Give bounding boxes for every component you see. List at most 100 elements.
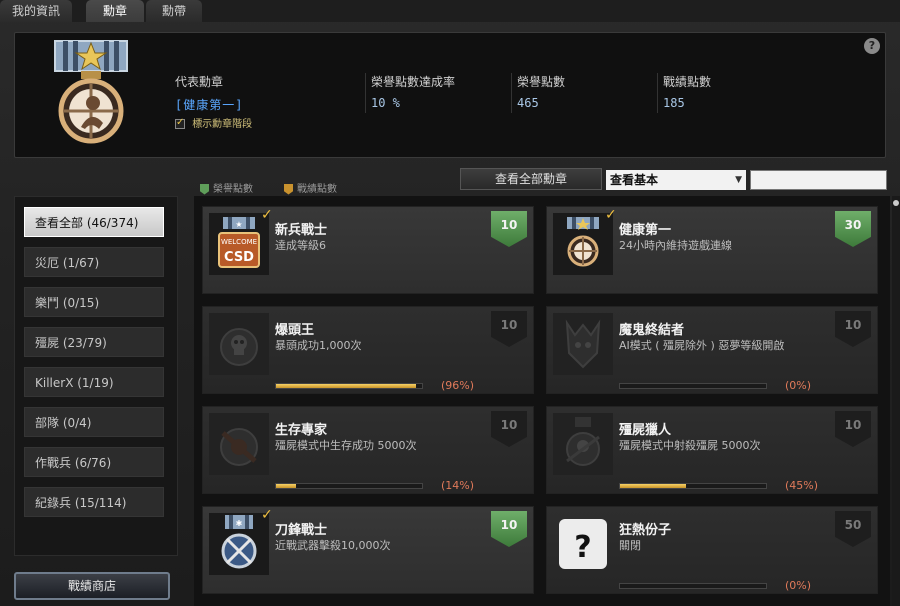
merit-points-marker-icon (284, 183, 293, 195)
medal-description: 24小時內維持遊戲連線 (619, 239, 732, 252)
progress-bar (619, 383, 767, 389)
medal-card[interactable]: 爆頭王 暴頭成功1,000次 10 (96%) (202, 306, 534, 394)
medal-title: 爆頭王 (275, 323, 315, 338)
skull-medal-icon (209, 313, 269, 375)
category-all[interactable]: 查看全部 (46/374) (24, 207, 164, 237)
medal-grid-scrollbar[interactable] (892, 196, 900, 606)
scrollbar-thumb[interactable] (893, 200, 899, 206)
honor-rate-stat: 榮譽點數達成率 10 % (371, 73, 455, 110)
earned-check-icon: ✓ (261, 507, 273, 523)
category-squad[interactable]: 部隊 (0/4) (24, 407, 164, 437)
question-mark-icon: ? (559, 519, 607, 569)
representative-medal-value[interactable]: [健康第一] (175, 96, 243, 113)
points-badge: 30 (835, 211, 871, 247)
points-badge: 50 (835, 511, 871, 547)
honor-points-marker-icon (200, 183, 209, 195)
earned-check-icon: ✓ (261, 207, 273, 223)
progress-percent: (0%) (785, 579, 812, 592)
survival-medal-icon (209, 413, 269, 475)
svg-text:✱: ✱ (236, 519, 243, 528)
medal-card[interactable]: ✱ ✓ 刀鋒戰士 近戰武器擊殺10,000次 10 (202, 506, 534, 594)
demon-medal-icon (553, 313, 613, 375)
honor-points-value: 465 (517, 96, 539, 110)
progress-percent: (0%) (785, 379, 812, 392)
category-disaster[interactable]: 災厄 (1/67) (24, 247, 164, 277)
medal-card[interactable]: ★ WELCOME CSD ✓ 新兵戰士 達成等級6 10 (202, 206, 534, 294)
progress-bar (619, 483, 767, 489)
show-grade-checkbox-row[interactable]: 標示勳章階段 (175, 115, 252, 130)
divider (365, 73, 366, 113)
honor-points-stat: 榮譽點數 465 (517, 73, 565, 110)
medal-description: 關閉 (619, 539, 641, 552)
representative-medal-label: 代表勳章 (175, 75, 224, 89)
merit-points-stat: 戰績點數 185 (663, 73, 711, 110)
progress-fill (276, 484, 297, 488)
divider (511, 73, 512, 113)
category-killerx[interactable]: KillerX (1/19) (24, 367, 164, 397)
representative-medal-icon (54, 40, 128, 144)
tab-ribbons[interactable]: 勳帶 (146, 0, 202, 22)
points-badge: 10 (835, 311, 871, 347)
medal-title: 殭屍獵人 (619, 423, 672, 438)
medal-description: 暴頭成功1,000次 (275, 339, 362, 352)
medal-card[interactable]: 殭屍獵人 殭屍模式中射殺殭屍 5000次 10 (45%) (546, 406, 878, 494)
medal-title: 健康第一 (619, 223, 672, 238)
progress-fill (276, 384, 417, 388)
progress-bar (619, 583, 767, 589)
question-text: ? (574, 530, 591, 565)
medal-description: 近戰武器擊殺10,000次 (275, 539, 391, 552)
progress-percent: (96%) (441, 379, 475, 392)
medal-card[interactable]: 魔鬼終結者 AI模式 ( 殭屍除外 ) 惡夢等級開啟 10 (0%) (546, 306, 878, 394)
divider (657, 73, 658, 113)
progress-percent: (14%) (441, 479, 475, 492)
view-mode-value: 查看基本 (610, 173, 659, 187)
tab-my-info[interactable]: 我的資訊 (0, 0, 72, 22)
legend-merit-points: 戰績點數 (284, 180, 337, 195)
welcome-csd-medal-icon: ★ WELCOME CSD (209, 213, 269, 275)
category-combat-soldier[interactable]: 作戰兵 (6/76) (24, 447, 164, 477)
category-record-soldier[interactable]: 紀錄兵 (15/114) (24, 487, 164, 517)
search-input[interactable] (750, 170, 887, 190)
medal-description: AI模式 ( 殭屍除外 ) 惡夢等級開啟 (619, 339, 785, 352)
progress-bar (275, 383, 423, 389)
category-fight[interactable]: 樂鬥 (0/15) (24, 287, 164, 317)
earned-check-icon: ✓ (605, 207, 617, 223)
medal-title: 生存專家 (275, 423, 328, 438)
legend-honor-points: 榮譽點數 (200, 180, 253, 195)
zombie-hunter-medal-icon (553, 413, 613, 475)
merit-points-label: 戰績點數 (663, 75, 712, 89)
chevron-down-icon: ▼ (735, 175, 742, 185)
help-icon[interactable]: ? (864, 38, 880, 54)
blade-warrior-medal-icon: ✱ (209, 513, 269, 575)
progress-fill (620, 484, 686, 488)
legend-honor-label: 榮譽點數 (213, 184, 253, 195)
medal-title: 新兵戰士 (275, 223, 328, 238)
merit-shop-button[interactable]: 戰績商店 (14, 572, 170, 600)
medal-description: 殭屍模式中射殺殭屍 5000次 (619, 439, 761, 452)
legend-merit-label: 戰績點數 (297, 184, 337, 195)
category-zombie[interactable]: 殭屍 (23/79) (24, 327, 164, 357)
points-badge: 10 (491, 411, 527, 447)
points-badge: 10 (491, 211, 527, 247)
representative-medal-stat: 代表勳章 [健康第一] (175, 73, 243, 113)
medal-card[interactable]: 生存專家 殭屍模式中生存成功 5000次 10 (14%) (202, 406, 534, 494)
medal-title: 刀鋒戰士 (275, 523, 328, 538)
progress-bar (275, 483, 423, 489)
tab-medals[interactable]: 勳章 (86, 0, 144, 22)
medal-description: 達成等級6 (275, 239, 326, 252)
view-mode-select[interactable]: 查看基本 ▼ (606, 170, 746, 190)
welcome-text: WELCOME (221, 238, 257, 246)
medal-title: 魔鬼終結者 (619, 323, 685, 338)
tab-bar: 我的資訊 勳章 勳帶 (0, 0, 900, 22)
progress-percent: (45%) (785, 479, 819, 492)
view-all-medals-button[interactable]: 查看全部勳章 (460, 168, 602, 190)
medal-card[interactable]: ✓ 健康第一 24小時內維持遊戲連線 30 (546, 206, 878, 294)
points-badge: 10 (835, 411, 871, 447)
medal-card[interactable]: ? 狂熱份子 關閉 50 (0%) (546, 506, 878, 594)
medal-grid: ★ WELCOME CSD ✓ 新兵戰士 達成等級6 10 ✓ 健康第一 24小… (194, 196, 890, 606)
medal-description: 殭屍模式中生存成功 5000次 (275, 439, 417, 452)
points-badge: 10 (491, 311, 527, 347)
health-first-medal-icon (553, 213, 613, 275)
csd-text: CSD (224, 250, 254, 265)
show-grade-checkbox[interactable] (175, 117, 185, 129)
